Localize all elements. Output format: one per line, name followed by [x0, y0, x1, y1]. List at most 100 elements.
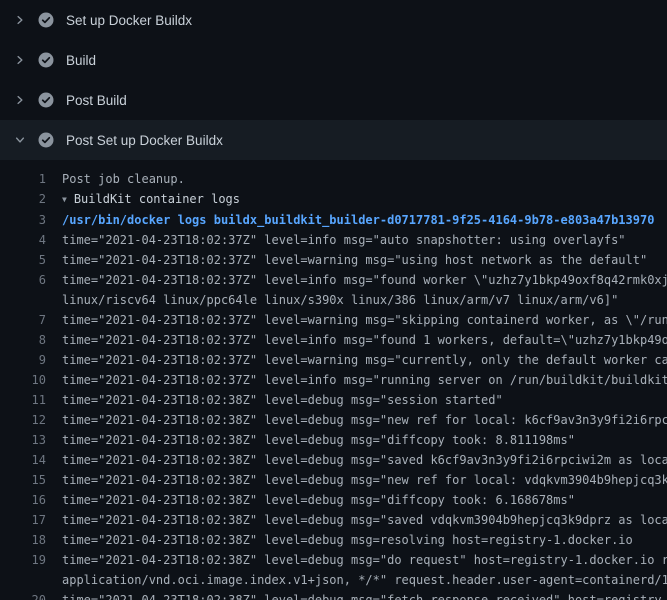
- log-line[interactable]: 8 time="2021-04-23T18:02:37Z" level=info…: [0, 330, 667, 350]
- step-header-set-up-docker-buildx[interactable]: Set up Docker Buildx: [0, 0, 667, 40]
- log-line[interactable]: 20 time="2021-04-23T18:02:38Z" level=deb…: [0, 590, 667, 600]
- log-text: time="2021-04-23T18:02:38Z" level=debug …: [62, 410, 667, 430]
- line-number[interactable]: 3: [0, 210, 46, 230]
- step-name: Set up Docker Buildx: [66, 13, 192, 28]
- log-line[interactable]: 12 time="2021-04-23T18:02:38Z" level=deb…: [0, 410, 667, 430]
- line-text: /usr/bin/docker logs buildx_buildkit_bui…: [46, 210, 667, 230]
- line-text: time="2021-04-23T18:02:37Z" level=warnin…: [46, 350, 667, 370]
- log-text: time="2021-04-23T18:02:38Z" level=debug …: [62, 470, 667, 490]
- log-line[interactable]: 2 ▼ BuildKit container logs: [0, 189, 667, 210]
- log-group-label: BuildKit container logs: [74, 192, 240, 206]
- line-text: time="2021-04-23T18:02:38Z" level=debug …: [46, 510, 667, 530]
- line-text: time="2021-04-23T18:02:38Z" level=debug …: [46, 470, 667, 490]
- log-line[interactable]: 4 time="2021-04-23T18:02:37Z" level=info…: [0, 230, 667, 250]
- log-line[interactable]: 11 time="2021-04-23T18:02:38Z" level=deb…: [0, 390, 667, 410]
- line-number[interactable]: 16: [0, 490, 46, 510]
- line-text: time="2021-04-23T18:02:38Z" level=debug …: [46, 490, 667, 510]
- step-name: Post Set up Docker Buildx: [66, 133, 223, 148]
- line-number[interactable]: 5: [0, 250, 46, 270]
- log-text: time="2021-04-23T18:02:38Z" level=debug …: [62, 510, 667, 530]
- log-text: time="2021-04-23T18:02:37Z" level=info m…: [62, 330, 667, 350]
- steps-list: Set up Docker Buildx Build P: [0, 0, 667, 160]
- step-name: Build: [66, 53, 96, 68]
- log-text: time="2021-04-23T18:02:38Z" level=debug …: [62, 490, 667, 510]
- log-area: 1 Post job cleanup. 2 ▼ BuildKit containe…: [0, 160, 667, 600]
- log-text: time="2021-04-23T18:02:37Z" level=info m…: [62, 230, 667, 250]
- line-text: time="2021-04-23T18:02:38Z" level=debug …: [46, 530, 667, 550]
- log-line[interactable]: 14 time="2021-04-23T18:02:38Z" level=deb…: [0, 450, 667, 470]
- line-number[interactable]: 2: [0, 189, 46, 209]
- line-number[interactable]: 13: [0, 430, 46, 450]
- line-text: Post job cleanup.: [46, 169, 667, 189]
- log-line[interactable]: 10 time="2021-04-23T18:02:37Z" level=inf…: [0, 370, 667, 390]
- step-header-build[interactable]: Build: [0, 40, 667, 80]
- log-line[interactable]: 7 time="2021-04-23T18:02:37Z" level=warn…: [0, 310, 667, 330]
- line-text: time="2021-04-23T18:02:38Z" level=debug …: [46, 590, 667, 600]
- success-check-icon: [38, 12, 54, 28]
- log-line[interactable]: 1 Post job cleanup.: [0, 169, 667, 189]
- line-text: time="2021-04-23T18:02:37Z" level=info m…: [46, 330, 667, 350]
- log-text: time="2021-04-23T18:02:38Z" level=debug …: [62, 430, 667, 450]
- line-number[interactable]: 1: [0, 169, 46, 189]
- line-text: time="2021-04-23T18:02:38Z" level=debug …: [46, 390, 667, 410]
- line-text: time="2021-04-23T18:02:37Z" level=info m…: [46, 270, 667, 310]
- line-number[interactable]: 6: [0, 270, 46, 290]
- log-line[interactable]: 9 time="2021-04-23T18:02:37Z" level=warn…: [0, 350, 667, 370]
- success-check-icon: [38, 132, 54, 148]
- log-text: time="2021-04-23T18:02:38Z" level=debug …: [62, 530, 667, 550]
- line-number[interactable]: 9: [0, 350, 46, 370]
- log-text: time="2021-04-23T18:02:37Z" level=info m…: [62, 370, 667, 390]
- line-number[interactable]: 18: [0, 530, 46, 550]
- chevron-right-icon: [14, 54, 26, 66]
- line-number[interactable]: 17: [0, 510, 46, 530]
- log-line[interactable]: 13 time="2021-04-23T18:02:38Z" level=deb…: [0, 430, 667, 450]
- log-line[interactable]: 5 time="2021-04-23T18:02:37Z" level=warn…: [0, 250, 667, 270]
- line-number[interactable]: 20: [0, 590, 46, 600]
- line-text: time="2021-04-23T18:02:37Z" level=info m…: [46, 370, 667, 390]
- line-number[interactable]: 8: [0, 330, 46, 350]
- log-group-title: ▼ BuildKit container logs: [62, 189, 667, 210]
- line-text: time="2021-04-23T18:02:37Z" level=warnin…: [46, 310, 667, 330]
- log-text: time="2021-04-23T18:02:38Z" level=debug …: [62, 390, 667, 410]
- log-line[interactable]: 15 time="2021-04-23T18:02:38Z" level=deb…: [0, 470, 667, 490]
- step-header-post-build[interactable]: Post Build: [0, 80, 667, 120]
- line-number[interactable]: 15: [0, 470, 46, 490]
- log-text: time="2021-04-23T18:02:38Z" level=debug …: [62, 590, 667, 600]
- step-header-post-set-up-docker-buildx[interactable]: Post Set up Docker Buildx: [0, 120, 667, 160]
- line-text: time="2021-04-23T18:02:37Z" level=info m…: [46, 230, 667, 250]
- chevron-down-icon: [14, 134, 26, 146]
- line-number[interactable]: 11: [0, 390, 46, 410]
- log-text: time="2021-04-23T18:02:37Z" level=warnin…: [62, 350, 667, 370]
- chevron-right-icon: [14, 14, 26, 26]
- log-line[interactable]: 19 time="2021-04-23T18:02:38Z" level=deb…: [0, 550, 667, 590]
- line-text: time="2021-04-23T18:02:38Z" level=debug …: [46, 550, 667, 590]
- line-number[interactable]: 14: [0, 450, 46, 470]
- chevron-right-icon: [14, 94, 26, 106]
- log-text-continuation: linux/riscv64 linux/ppc64le linux/s390x …: [62, 290, 667, 310]
- actions-log-viewer: Set up Docker Buildx Build P: [0, 0, 667, 600]
- line-number[interactable]: 7: [0, 310, 46, 330]
- log-line[interactable]: 6 time="2021-04-23T18:02:37Z" level=info…: [0, 270, 667, 310]
- line-text: time="2021-04-23T18:02:38Z" level=debug …: [46, 450, 667, 470]
- log-line[interactable]: 3 /usr/bin/docker logs buildx_buildkit_b…: [0, 210, 667, 230]
- line-number[interactable]: 12: [0, 410, 46, 430]
- log-text: time="2021-04-23T18:02:38Z" level=debug …: [62, 550, 667, 570]
- log-text: Post job cleanup.: [62, 169, 667, 189]
- log-line[interactable]: 17 time="2021-04-23T18:02:38Z" level=deb…: [0, 510, 667, 530]
- log-text: time="2021-04-23T18:02:37Z" level=warnin…: [62, 250, 667, 270]
- log-text-continuation: application/vnd.oci.image.index.v1+json,…: [62, 570, 667, 590]
- line-text: ▼ BuildKit container logs: [46, 189, 667, 210]
- success-check-icon: [38, 92, 54, 108]
- step-name: Post Build: [66, 93, 127, 108]
- line-number[interactable]: 10: [0, 370, 46, 390]
- line-text: time="2021-04-23T18:02:38Z" level=debug …: [46, 410, 667, 430]
- log-group-toggle-icon[interactable]: ▼: [62, 190, 67, 210]
- line-number[interactable]: 19: [0, 550, 46, 570]
- log-line[interactable]: 18 time="2021-04-23T18:02:38Z" level=deb…: [0, 530, 667, 550]
- log-text: time="2021-04-23T18:02:37Z" level=info m…: [62, 270, 667, 290]
- log-line[interactable]: 16 time="2021-04-23T18:02:38Z" level=deb…: [0, 490, 667, 510]
- log-text: time="2021-04-23T18:02:37Z" level=warnin…: [62, 310, 667, 330]
- line-number[interactable]: 4: [0, 230, 46, 250]
- log-text: time="2021-04-23T18:02:38Z" level=debug …: [62, 450, 667, 470]
- line-text: time="2021-04-23T18:02:38Z" level=debug …: [46, 430, 667, 450]
